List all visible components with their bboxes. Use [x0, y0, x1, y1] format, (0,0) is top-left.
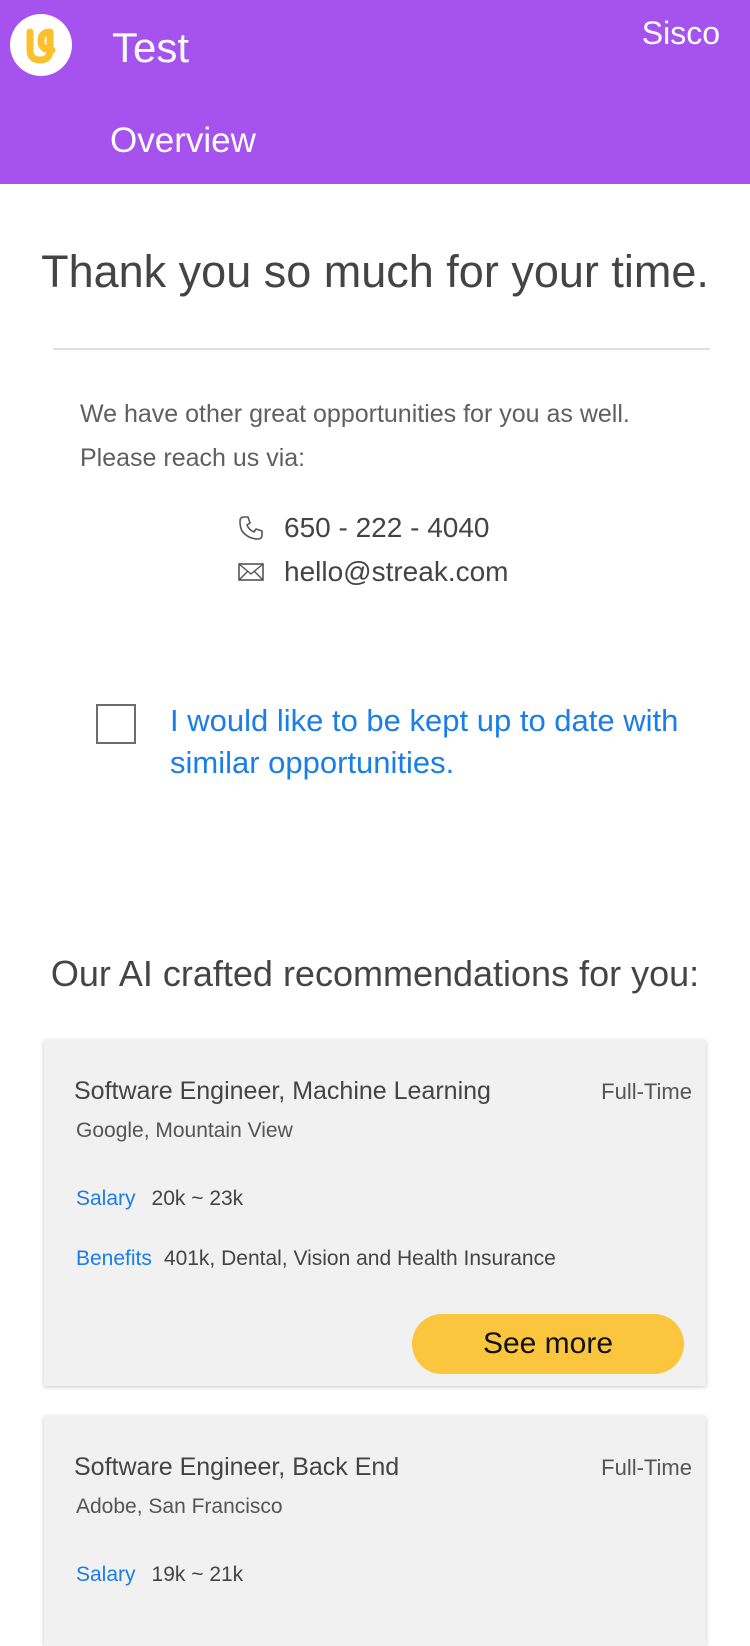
optin-checkbox[interactable]	[96, 704, 136, 744]
job-company: Adobe, San Francisco	[76, 1495, 283, 1518]
brand-logo-glyph	[26, 28, 56, 64]
benefits-row: Benefits 401k, Dental, Vision and Health …	[76, 1244, 556, 1274]
salary-row: Salary 19k ~ 21k	[76, 1560, 243, 1590]
contact-intro-line-2: Please reach us via:	[80, 444, 306, 472]
job-title: Software Engineer, Back End	[74, 1453, 400, 1481]
benefits-label: Benefits	[76, 1247, 152, 1270]
job-title: Software Engineer, Machine Learning	[74, 1077, 491, 1105]
app-title: Test	[112, 24, 190, 71]
optin-label[interactable]: I would like to be kept up to date with …	[170, 700, 690, 784]
salary-value: 20k ~ 23k	[151, 1187, 244, 1210]
salary-row: Salary 20k ~ 23k	[76, 1184, 243, 1214]
job-company: Google, Mountain View	[76, 1119, 293, 1142]
email-contact[interactable]: hello@streak.com	[236, 552, 509, 592]
recommendations-title: Our AI crafted recommendations for you:	[50, 953, 700, 994]
tab-overview[interactable]: Overview	[110, 118, 256, 164]
job-card[interactable]: Software Engineer, Machine Learning Full…	[44, 1040, 706, 1386]
salary-label: Salary	[76, 1187, 136, 1210]
see-more-button[interactable]: See more	[412, 1314, 684, 1374]
contact-intro: We have other great opportunities for yo…	[80, 392, 700, 480]
contact-intro-line-1: We have other great opportunities for yo…	[80, 400, 630, 428]
benefits-value: 401k, Dental, Vision and Health Insuranc…	[163, 1247, 556, 1270]
email-address[interactable]: hello@streak.com	[284, 552, 509, 592]
phone-contact[interactable]: 650 - 222 - 4040	[236, 508, 490, 548]
phone-icon	[236, 513, 266, 543]
job-type: Full-Time	[601, 1455, 692, 1480]
job-type: Full-Time	[601, 1079, 692, 1104]
salary-value: 19k ~ 21k	[151, 1563, 244, 1586]
phone-number[interactable]: 650 - 222 - 4040	[284, 508, 490, 548]
user-name[interactable]: Sisco	[642, 12, 720, 54]
salary-label: Salary	[76, 1563, 136, 1586]
app-header: Test Sisco Overview	[0, 0, 750, 184]
section-divider	[53, 348, 710, 350]
email-icon	[236, 557, 266, 587]
thank-you-heading: Thank you so much for your time.	[41, 246, 709, 297]
job-card[interactable]: Software Engineer, Back End Full-Time Ad…	[44, 1416, 706, 1646]
brand-logo-icon[interactable]	[10, 14, 72, 76]
